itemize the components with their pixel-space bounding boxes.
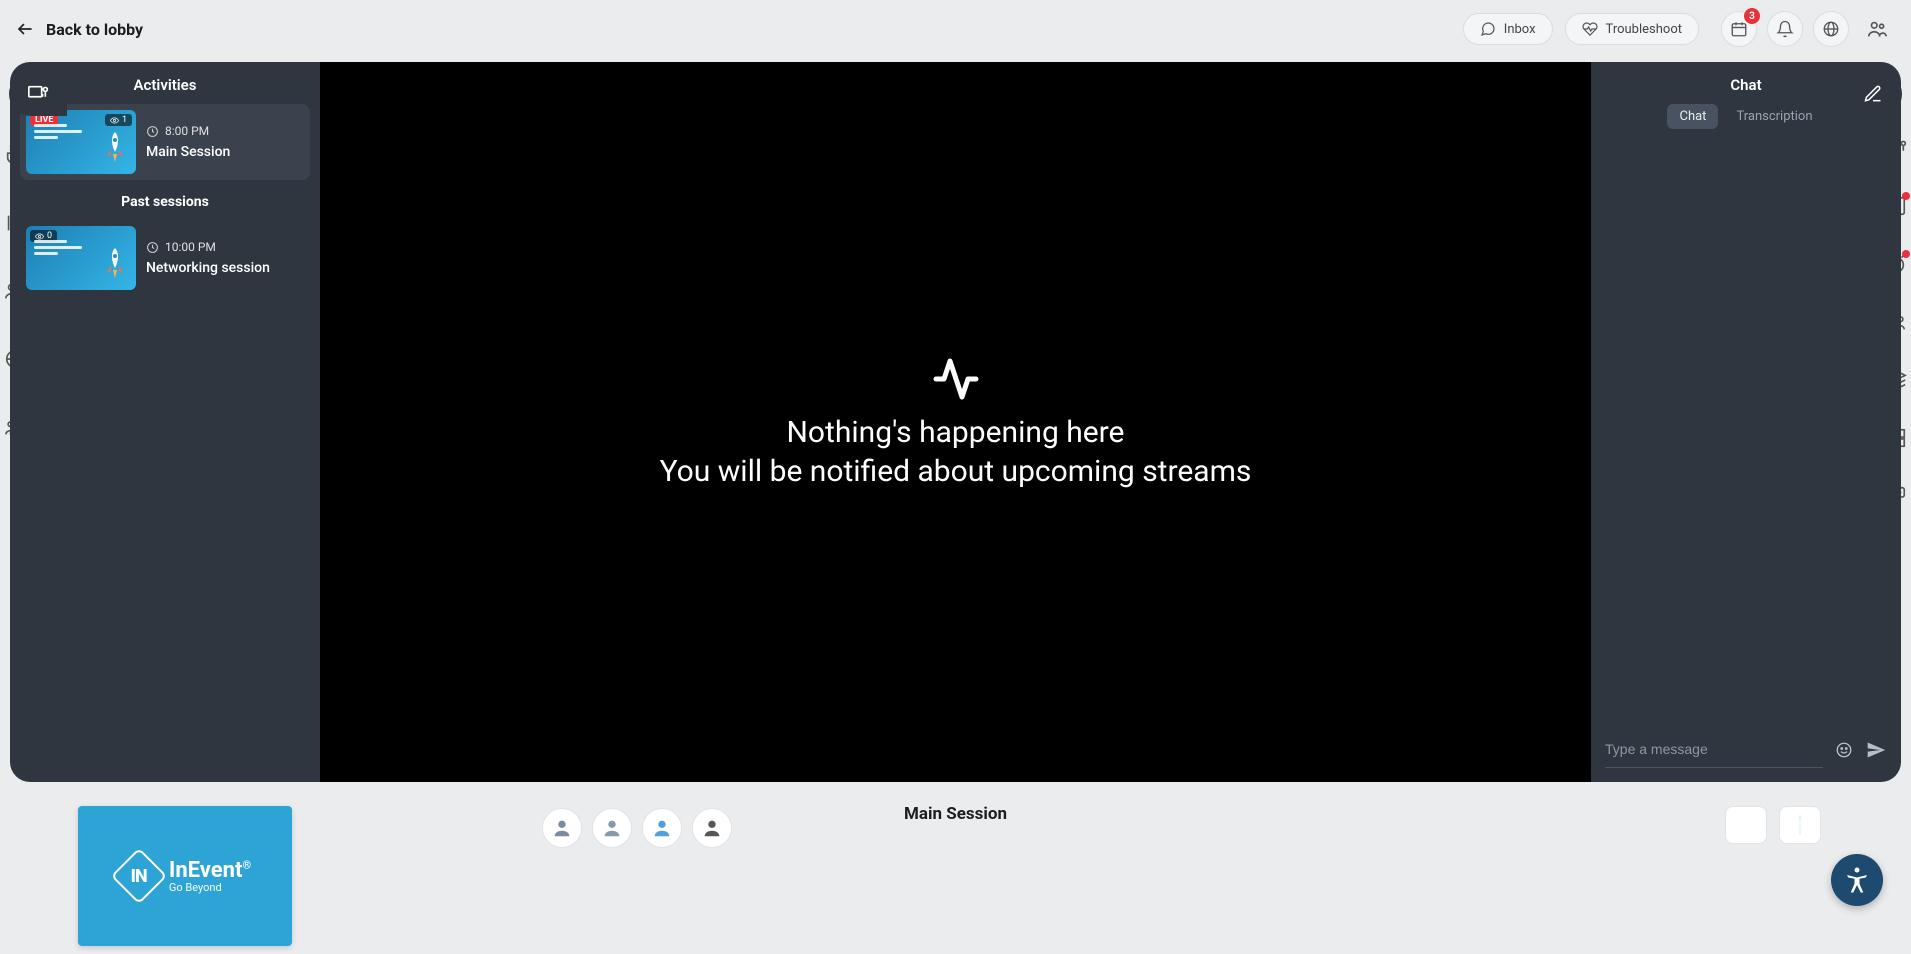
question-dot-indicator [1902,250,1910,258]
session-thumbnail: 0 [26,226,136,290]
chat-input[interactable] [1605,731,1823,768]
speaker-avatar-4[interactable] [692,808,732,848]
globe-button[interactable] [1813,11,1849,47]
chat-panel: Chat Chat Transcription [1591,62,1901,782]
session-card-networking[interactable]: 0 10:00 PM Networking session [20,220,310,296]
avatar-icon [551,817,573,839]
chat-messages-area [1591,137,1901,721]
smile-icon [1835,741,1853,759]
globe-icon [1822,20,1840,38]
video-empty-line2: You will be notified about upcoming stre… [660,454,1252,489]
send-icon [1866,740,1886,760]
chat-compose-toggle[interactable] [1844,72,1902,116]
avatar-icon [701,817,723,839]
past-sessions-label: Past sessions [20,194,310,210]
footer-session-title: Main Session [904,804,1007,824]
session-time: 8:00 PM [146,124,230,138]
compose-icon [1863,84,1883,104]
avatar-icon [651,817,673,839]
tab-transcription[interactable]: Transcription [1724,104,1824,129]
bell-icon [1776,20,1794,38]
activities-panel: Activities LIVE 1 8:00 PM Mai [10,62,320,782]
brand-name: InEvent® [169,859,251,882]
heart-pulse-icon [1582,21,1598,37]
speaker-avatar-1[interactable] [542,808,582,848]
avatar-icon [601,817,623,839]
session-thumbnail: LIVE 1 [26,110,136,174]
people-menu-button[interactable] [1859,11,1895,47]
back-to-lobby-button[interactable]: Back to lobby [16,20,143,39]
poll-dot-indicator [1902,192,1910,200]
brand-logo-card[interactable]: IN InEvent® Go Beyond [78,806,292,946]
video-stage: Nothing's happening here You will be not… [320,62,1591,782]
brand-tagline: Go Beyond [169,882,251,894]
notifications-button[interactable]: 3 [1721,11,1757,47]
activities-toggle[interactable] [9,72,67,116]
arrow-left-icon [16,20,34,38]
inbox-label: Inbox [1504,22,1536,37]
session-title: Networking session [146,260,270,276]
speaker-avatar-3[interactable] [642,808,682,848]
calendar-icon [1730,20,1748,38]
accessibility-icon [1842,865,1872,895]
back-label: Back to lobby [46,20,143,39]
viewer-count: 1 [105,114,132,126]
presentation-icon [27,83,49,105]
troubleshoot-label: Troubleshoot [1606,22,1682,37]
activity-pulse-icon [932,355,980,403]
accessibility-button[interactable] [1831,854,1883,906]
session-title: Main Session [146,144,230,160]
bell-button[interactable] [1767,11,1803,47]
tab-chat[interactable]: Chat [1667,104,1718,129]
troubleshoot-button[interactable]: Troubleshoot [1565,13,1699,45]
inbox-button[interactable]: Inbox [1463,13,1553,45]
notification-badge: 3 [1744,8,1760,24]
video-empty-line1: Nothing's happening here [787,415,1125,450]
logo-mark-icon: IN [111,848,168,905]
speaker-avatar-2[interactable] [592,808,632,848]
people-icon [1866,18,1888,40]
sponsor-chip-1[interactable] [1725,806,1767,844]
sponsor-chip-2[interactable] [1779,806,1821,844]
chat-bubble-icon [1480,21,1496,37]
emoji-button[interactable] [1833,739,1855,761]
send-button[interactable] [1865,739,1887,761]
session-time: 10:00 PM [146,240,270,254]
sponsor-logo-icon [1799,816,1801,835]
